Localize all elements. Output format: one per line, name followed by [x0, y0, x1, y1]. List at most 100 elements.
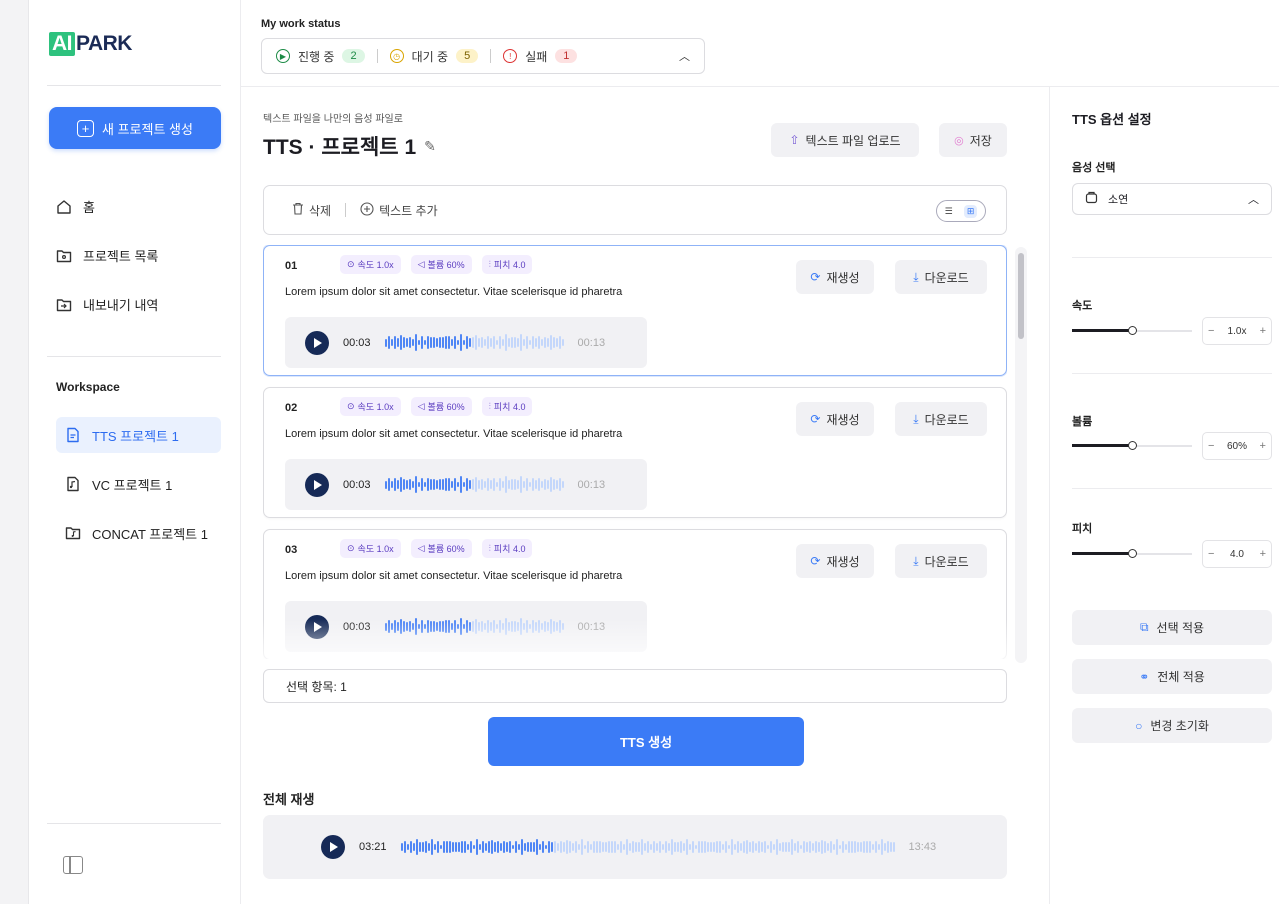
- tts-item-card[interactable]: 02 ⊙ 속도 1.0x ◁ 볼륨 60% ⫶ 피치 4.0 Lorem ipsum dolo…: [263, 387, 1007, 518]
- waveform-bar: [664, 840, 667, 854]
- tts-generate-button[interactable]: TTS 생성: [488, 717, 804, 766]
- waveform-bar: [637, 841, 640, 853]
- waveform-bar: [511, 844, 514, 850]
- work-status-dropdown[interactable]: ▶ 진행 중 2 ◷ 대기 중 5 ! 실패 1 ︿: [261, 38, 705, 74]
- slider-knob[interactable]: [1128, 549, 1137, 558]
- waveform-bar: [880, 838, 883, 856]
- minus-button[interactable]: −: [1208, 440, 1214, 452]
- waveform-bar: [384, 480, 387, 489]
- slider-knob[interactable]: [1128, 326, 1137, 335]
- waveform-bar: [766, 844, 769, 850]
- play-button[interactable]: [321, 835, 345, 859]
- volume-stepper[interactable]: −60% +: [1202, 432, 1272, 460]
- waveform-bar: [643, 842, 646, 852]
- alert-icon: !: [503, 49, 518, 63]
- speed-stepper[interactable]: −1.0x +: [1202, 317, 1272, 345]
- tts-item-card[interactable]: 01 ⊙ 속도 1.0x ◁ 볼륨 60% ⫶ 피치 4.0 Lorem ipsum dolo…: [263, 245, 1007, 376]
- export-icon: [55, 296, 73, 314]
- waveform-bar: [456, 340, 459, 345]
- upload-icon: ⇧: [789, 133, 800, 147]
- total-time: 13:43: [908, 841, 937, 853]
- regenerate-button[interactable]: ⟳ 재생성: [796, 260, 874, 294]
- waveform-bar: [561, 481, 564, 488]
- logo[interactable]: AI PARK: [49, 32, 132, 56]
- play-button[interactable]: [305, 472, 329, 497]
- waveform-bar: [769, 840, 772, 854]
- waveform[interactable]: [384, 475, 564, 495]
- workspace-item-tts[interactable]: TTS 프로젝트 1: [56, 417, 221, 453]
- scrollbar-thumb[interactable]: [1018, 253, 1024, 339]
- waveform-bar: [538, 843, 541, 851]
- waveform-bar: [450, 481, 453, 488]
- waveform-bar: [522, 339, 525, 346]
- plus-button[interactable]: +: [1260, 325, 1266, 337]
- waveform-bar: [501, 481, 504, 488]
- reset-button[interactable]: ○ 변경 초기화: [1072, 708, 1272, 743]
- waveform-bar: [387, 336, 390, 349]
- speed-slider[interactable]: [1072, 324, 1192, 338]
- regenerate-button[interactable]: ⟳ 재생성: [796, 544, 874, 578]
- waveform-bar: [484, 842, 487, 852]
- waiting-count: 5: [456, 49, 479, 63]
- download-button[interactable]: ⤓ 다운로드: [895, 402, 987, 436]
- view-toggle[interactable]: ☰ ⊞: [936, 200, 986, 222]
- waveform[interactable]: [384, 333, 564, 353]
- current-time: 00:03: [343, 478, 371, 491]
- waveform-bar: [549, 335, 552, 350]
- minus-button[interactable]: −: [1208, 548, 1214, 560]
- list-view-icon[interactable]: ☰: [945, 206, 953, 217]
- waveform-bar: [679, 841, 682, 853]
- waveform-bar: [414, 334, 417, 351]
- waveform-bar: [535, 838, 538, 855]
- grid-view-icon[interactable]: ⊞: [963, 204, 978, 218]
- waveform-bar: [507, 338, 510, 347]
- plus-button[interactable]: +: [1260, 440, 1266, 452]
- volume-slider[interactable]: [1072, 439, 1192, 453]
- item-text[interactable]: Lorem ipsum dolor sit amet consectetur. …: [285, 428, 622, 440]
- save-button[interactable]: ◎ 저장: [939, 123, 1007, 157]
- waveform-bar: [537, 336, 540, 349]
- item-audio-player: 00:03 00:13: [285, 459, 647, 510]
- waveform[interactable]: [400, 837, 895, 857]
- waveform-bar: [823, 841, 826, 853]
- add-text-button[interactable]: 텍스트 추가: [360, 201, 438, 219]
- voice-select[interactable]: 소연 ︿: [1072, 183, 1272, 215]
- download-button[interactable]: ⤓ 다운로드: [895, 544, 987, 578]
- apply-all-button[interactable]: ⚭ 전체 적용: [1072, 659, 1272, 694]
- workspace-item-concat[interactable]: CONCAT 프로젝트 1: [56, 515, 221, 551]
- nav-item-projects[interactable]: 프로젝트 목록: [55, 246, 158, 265]
- volume-chip: ◁ 볼륨 60%: [410, 255, 472, 274]
- pitch-stepper[interactable]: −4.0 +: [1202, 540, 1272, 568]
- new-project-button[interactable]: + 새 프로젝트 생성: [49, 107, 221, 149]
- waveform-bar: [580, 838, 583, 856]
- sidebar-collapse-icon[interactable]: [63, 856, 83, 874]
- apply-selected-button[interactable]: ⧉ 선택 적용: [1072, 610, 1272, 645]
- download-button[interactable]: ⤓ 다운로드: [895, 260, 987, 294]
- scrollbar[interactable]: [1015, 247, 1027, 663]
- nav-item-export[interactable]: 내보내기 내역: [55, 295, 158, 314]
- chevron-up-icon[interactable]: ︿: [679, 48, 690, 64]
- waveform-bar: [438, 337, 441, 348]
- waveform-bar: [703, 841, 706, 853]
- delete-button[interactable]: 삭제: [292, 202, 331, 219]
- nav-item-home[interactable]: 홈: [55, 197, 95, 216]
- speed-icon: ⊙: [347, 259, 355, 269]
- list-fade-overlay: [263, 619, 1007, 659]
- speed-chip: ⊙ 속도 1.0x: [340, 539, 401, 558]
- waveform-bar: [450, 339, 453, 346]
- slider-knob[interactable]: [1128, 441, 1137, 450]
- plus-button[interactable]: +: [1260, 548, 1266, 560]
- waveform-bar: [787, 842, 790, 852]
- item-text[interactable]: Lorem ipsum dolor sit amet consectetur. …: [285, 286, 622, 298]
- item-text[interactable]: Lorem ipsum dolor sit amet consectetur. …: [285, 570, 622, 582]
- waveform-bar: [577, 843, 580, 851]
- upload-text-file-button[interactable]: ⇧ 텍스트 파일 업로드: [771, 123, 919, 157]
- minus-button[interactable]: −: [1208, 325, 1214, 337]
- workspace-item-vc[interactable]: VC 프로젝트 1: [56, 466, 221, 502]
- regenerate-button[interactable]: ⟳ 재생성: [796, 402, 874, 436]
- waveform-bar: [415, 839, 418, 855]
- pitch-slider[interactable]: [1072, 547, 1192, 561]
- waveform-bar: [534, 479, 537, 490]
- edit-pencil-icon[interactable]: ✎: [424, 138, 436, 155]
- play-button[interactable]: [305, 330, 329, 355]
